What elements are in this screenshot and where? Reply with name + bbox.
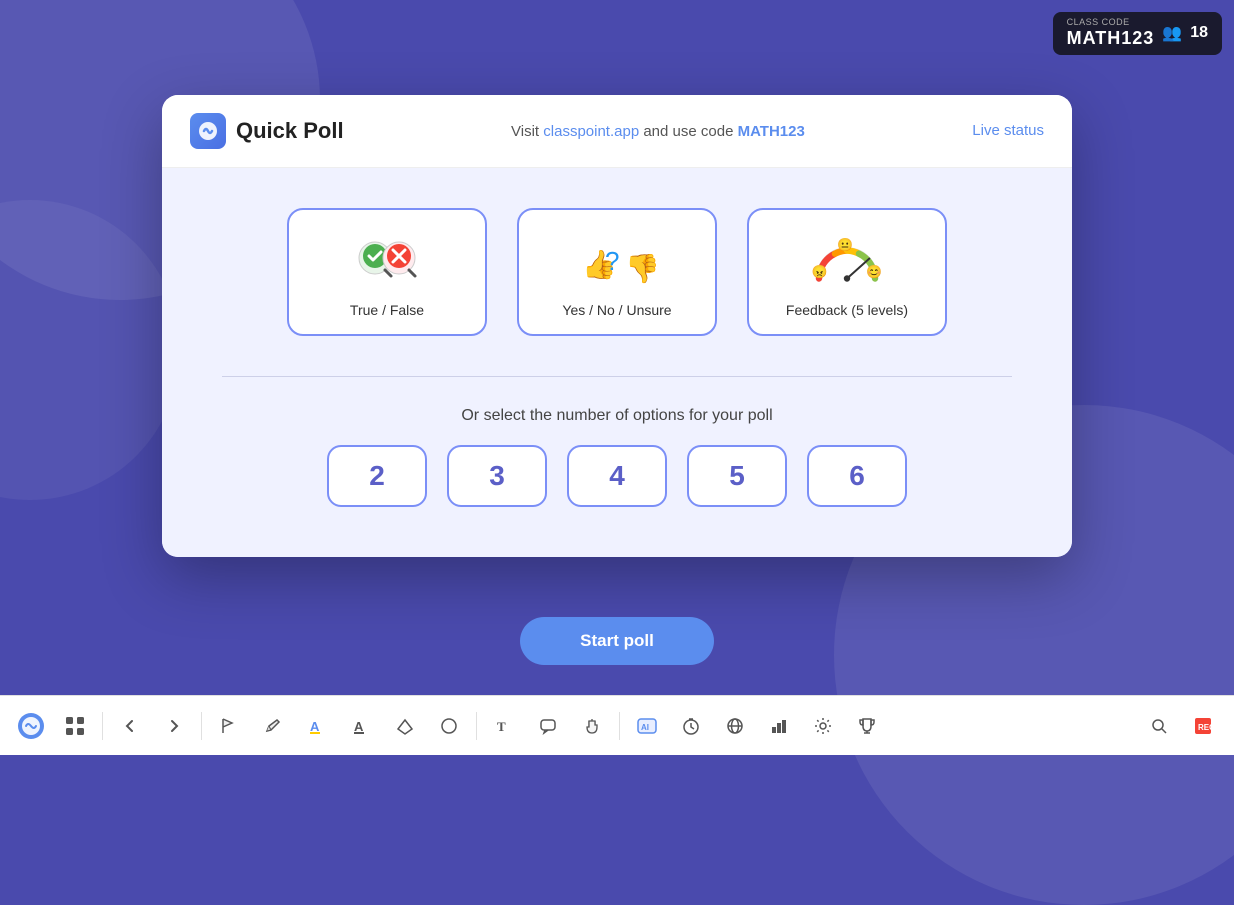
poll-type-yes-no-unsure[interactable]: 👍 ? 👎 Yes / No / Unsure <box>517 208 717 336</box>
svg-text:T: T <box>497 719 506 734</box>
number-options-container: 2 3 4 5 6 <box>222 445 1012 507</box>
students-count: 18 <box>1190 24 1208 42</box>
svg-text:A: A <box>354 719 364 734</box>
toolbar-sep-3 <box>476 712 477 740</box>
and-code-text: and use code <box>643 123 733 140</box>
poll-code: MATH123 <box>738 123 805 140</box>
toolbar-trophy[interactable] <box>846 705 888 747</box>
toolbar-forward[interactable] <box>153 705 195 747</box>
svg-text:😠: 😠 <box>812 264 828 279</box>
app-icon <box>190 113 226 149</box>
toolbar-shapes[interactable] <box>428 705 470 747</box>
svg-text:?: ? <box>605 246 619 276</box>
toolbar-eraser[interactable] <box>384 705 426 747</box>
toolbar-gesture[interactable] <box>571 705 613 747</box>
poll-type-feedback[interactable]: 😠 😊 😐 Feedback (5 levels) <box>747 208 947 336</box>
toolbar-classpoint[interactable] <box>10 705 52 747</box>
toolbar-ai[interactable]: AI <box>626 705 668 747</box>
number-option-6[interactable]: 6 <box>807 445 907 507</box>
toolbar-highlight-a1[interactable]: A <box>296 705 338 747</box>
svg-text:😊: 😊 <box>866 264 882 279</box>
class-code-label: class code <box>1067 18 1155 28</box>
start-poll-button[interactable]: Start poll <box>520 617 714 665</box>
yes-no-unsure-icon: 👍 ? 👎 <box>577 230 657 290</box>
toolbar-timer[interactable] <box>670 705 712 747</box>
svg-text:👎: 👎 <box>625 253 657 285</box>
visit-text: Visit <box>511 123 539 140</box>
number-option-4[interactable]: 4 <box>567 445 667 507</box>
poll-types-container: True / False 👍 ? 👎 Yes / No / Unsure <box>222 208 1012 336</box>
toolbar-sep-2 <box>201 712 202 740</box>
toolbar-sep-4 <box>619 712 620 740</box>
true-false-label: True / False <box>350 302 424 318</box>
toolbar-pen[interactable] <box>252 705 294 747</box>
feedback-icon: 😠 😊 😐 <box>807 230 887 290</box>
toolbar-grid[interactable] <box>54 705 96 747</box>
toolbar-chart[interactable] <box>758 705 800 747</box>
class-code-value: MATH123 <box>1067 28 1155 49</box>
true-false-icon <box>347 230 427 290</box>
toolbar-comment[interactable] <box>527 705 569 747</box>
yes-no-unsure-label: Yes / No / Unsure <box>562 302 671 318</box>
modal-header: Quick Poll Visit classpoint.app and use … <box>162 95 1072 168</box>
modal-body: True / False 👍 ? 👎 Yes / No / Unsure <box>162 168 1072 557</box>
class-badge: class code MATH123 👥 18 <box>1053 12 1222 55</box>
toolbar-globe[interactable] <box>714 705 756 747</box>
poll-type-true-false[interactable]: True / False <box>287 208 487 336</box>
header-center: Visit classpoint.app and use code MATH12… <box>511 123 805 140</box>
number-section-label: Or select the number of options for your… <box>222 407 1012 425</box>
number-option-3[interactable]: 3 <box>447 445 547 507</box>
toolbar-stop-recording[interactable]: REC <box>1182 705 1224 747</box>
section-divider <box>222 376 1012 377</box>
header-left: Quick Poll <box>190 113 344 149</box>
svg-text:AI: AI <box>641 723 649 732</box>
feedback-label: Feedback (5 levels) <box>786 302 908 318</box>
toolbar-search[interactable] <box>1138 705 1180 747</box>
svg-text:😐: 😐 <box>837 236 853 251</box>
toolbar-highlight-a2[interactable]: A <box>340 705 382 747</box>
students-icon: 👥 <box>1162 23 1182 43</box>
svg-text:REC: REC <box>1198 723 1213 732</box>
toolbar: A A T <box>0 695 1234 755</box>
header-right: Live status <box>972 122 1044 140</box>
class-code-section: class code MATH123 <box>1067 18 1155 49</box>
svg-text:A: A <box>310 719 320 734</box>
toolbar-pointer[interactable] <box>208 705 250 747</box>
toolbar-back[interactable] <box>109 705 151 747</box>
number-option-5[interactable]: 5 <box>687 445 787 507</box>
number-option-2[interactable]: 2 <box>327 445 427 507</box>
quick-poll-modal: Quick Poll Visit classpoint.app and use … <box>162 95 1072 557</box>
live-status-link[interactable]: Live status <box>972 122 1044 139</box>
modal-title: Quick Poll <box>236 118 344 144</box>
classpoint-link[interactable]: classpoint.app <box>543 123 639 140</box>
toolbar-settings[interactable] <box>802 705 844 747</box>
start-poll-container: Start poll <box>162 597 1072 675</box>
toolbar-text[interactable]: T <box>483 705 525 747</box>
toolbar-sep-1 <box>102 712 103 740</box>
